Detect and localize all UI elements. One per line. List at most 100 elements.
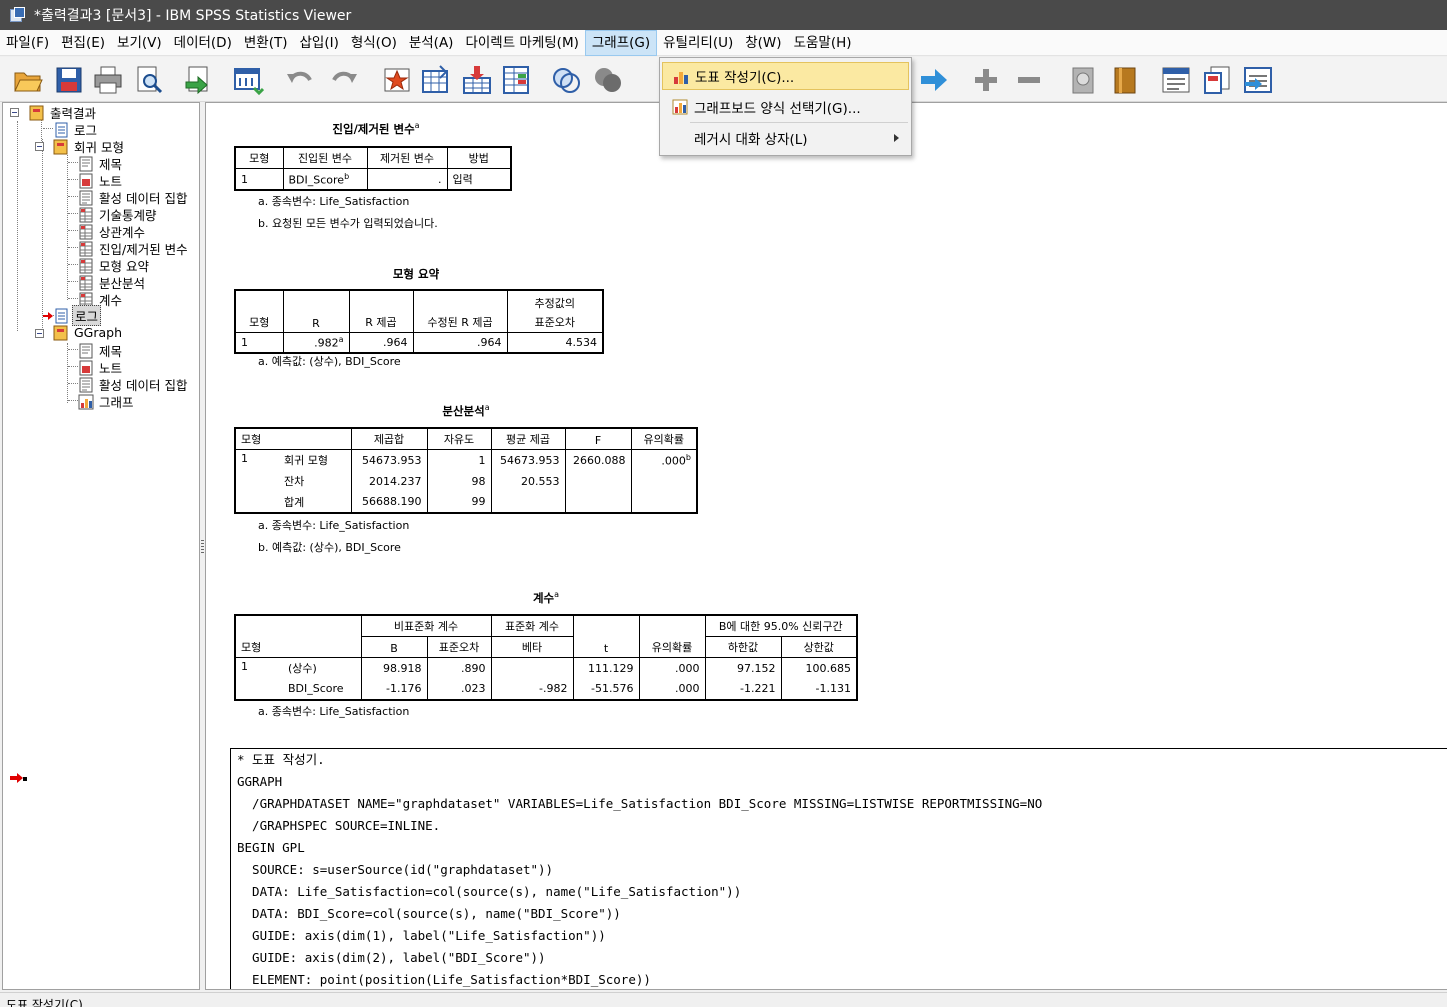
print-icon[interactable] [92, 64, 124, 96]
entered-removed-table[interactable]: 모형 진입된 변수 제거된 변수 방법 1 BDI_Scoreb . 입력 [234, 146, 512, 191]
collapse-icon[interactable] [1013, 64, 1045, 96]
tree-node-log2[interactable]: 로그 [53, 305, 102, 326]
weight-cases-icon[interactable] [550, 64, 582, 96]
content-pane[interactable]: 진입/제거된 변수a 모형 진입된 변수 제거된 변수 방법 1 BDI_Sco… [205, 102, 1447, 990]
model-summary-title: 모형 요약 [392, 267, 440, 281]
insert-title-icon[interactable] [1202, 64, 1234, 96]
outline-pane[interactable]: 출력결과 로그 회귀 모형 제목 노트 활성 데이터 집합 기술통계량 상관계수 진입/제… [2, 102, 200, 990]
syntax-line: SOURCE: s=userSource(id("graphdataset")) [237, 862, 554, 877]
insert-text-icon[interactable] [1242, 64, 1274, 96]
anova-table[interactable]: 모형 제곱합 자유도 평균 제곱 F 유의확률 1 회귀 모형 54673.953 1… [234, 427, 698, 514]
tree-node-item[interactable]: 상관계수 [78, 223, 147, 240]
footnote: b. 예측값: (상수), BDI_Score [258, 541, 401, 554]
menu-item[interactable]: 도움말(H) [788, 30, 858, 56]
tree-node-item[interactable]: 기술통계량 [78, 206, 159, 223]
table-cell: 회귀 모형 [279, 449, 352, 471]
status-text: 도표 작성기(C)... [6, 998, 95, 1007]
table-cell: 2660.088 [564, 449, 632, 471]
tree-node-item[interactable]: 분산분석 [78, 274, 147, 291]
spss-app-icon [10, 7, 26, 23]
table-cell [564, 470, 632, 492]
tree-node-item[interactable]: 그래프 [78, 393, 136, 410]
coefficients-table[interactable]: 모형 비표준화 계수 표준화 계수 t 유의확률 B에 대한 95.0% 신뢰구… [234, 614, 858, 701]
print-preview-icon[interactable] [133, 64, 165, 96]
tree-label: 계수 [99, 293, 123, 308]
tree-node-item[interactable]: 노트 [78, 172, 124, 189]
table-cell: .964 [348, 331, 414, 354]
table-cell: 1 [426, 449, 492, 471]
header-cell: 비표준화 계수 [360, 614, 492, 637]
current-position-arrow-icon [43, 312, 53, 320]
ggraph-expander[interactable] [35, 329, 44, 338]
header-cell: F [564, 427, 632, 450]
show-icon[interactable] [1068, 64, 1100, 96]
chart-builder-menu-item[interactable]: 도표 작성기(C)... [662, 62, 909, 90]
menu-item[interactable]: 보기(V) [111, 30, 168, 56]
menu-item[interactable]: 유틸리티(U) [657, 30, 739, 56]
goto-data-icon[interactable] [232, 64, 264, 96]
tree-node-item[interactable]: 진입/제거된 변수 [78, 240, 190, 257]
syntax-line: GUIDE: axis(dim(2), label("BDI_Score")) [237, 950, 546, 965]
tree-node-log1[interactable]: 로그 [53, 121, 99, 138]
tree-node-item[interactable]: 활성 데이터 집합 [78, 189, 189, 206]
menu-bar: 파일(F) 편집(E) 보기(V) 데이터(D) 변환(T) 삽입(I) 형식(O) 분석(A… [0, 29, 1447, 56]
table-cell: 111.129 [572, 657, 640, 679]
tree-node-item[interactable]: 활성 데이터 집합 [78, 376, 189, 393]
variables-icon[interactable] [420, 64, 452, 96]
notes-icon [78, 173, 94, 189]
save-icon[interactable] [53, 64, 85, 96]
table-cell: 54673.953 [490, 449, 566, 471]
menu-item[interactable]: 삽입(I) [293, 30, 344, 56]
tree-node-item[interactable]: 모형 요약 [78, 257, 151, 274]
show-arrow-icon[interactable] [918, 64, 950, 96]
split-file-icon[interactable] [500, 64, 532, 96]
expand-icon[interactable] [970, 64, 1002, 96]
undo-icon[interactable] [284, 64, 316, 96]
header-cell: 제곱합 [350, 427, 428, 450]
syntax-line: /GRAPHSPEC SOURCE=INLINE. [237, 818, 441, 833]
header-cell: t [572, 614, 640, 658]
model-summary-table[interactable]: 모형 R R 제곱 수정된 R 제곱 추정값의 표준오차 1 .982a .96… [234, 289, 604, 354]
export-icon[interactable] [182, 64, 214, 96]
header-cell: 표준화 계수 [490, 614, 574, 637]
menu-item[interactable]: 데이터(D) [168, 30, 238, 56]
menu-item[interactable]: 다이렉트 마케팅(M) [459, 30, 584, 56]
menu-item[interactable]: 창(W) [739, 30, 787, 56]
menu-item[interactable]: 변환(T) [238, 30, 294, 56]
table-row: 1 회귀 모형 54673.953 1 54673.953 2660.088.000b [234, 449, 698, 513]
root-expander[interactable] [10, 108, 19, 117]
menu-item[interactable]: 분석(A) [403, 30, 460, 56]
tree-node-item[interactable]: 노트 [78, 359, 124, 376]
table-cell: 4.534 [506, 331, 604, 354]
output-book-icon [53, 139, 69, 155]
table-cell: -1.131 [780, 678, 858, 700]
graphboard-chooser-menu-item[interactable]: 그래프보드 양식 선택기(G)... [662, 93, 909, 121]
tree-node-item[interactable]: 제목 [78, 342, 124, 359]
menu-item[interactable]: 형식(O) [345, 30, 403, 56]
graphboard-icon [672, 99, 688, 115]
select-cases-icon[interactable] [592, 64, 624, 96]
log-icon [53, 122, 69, 138]
tree-node-regression[interactable]: 회귀 모형 [53, 138, 126, 155]
open-folder-icon[interactable] [12, 64, 44, 96]
hide-icon[interactable] [1110, 64, 1142, 96]
menu-item[interactable]: 그래프(G) [584, 29, 658, 56]
menu-item[interactable]: 편집(E) [55, 30, 111, 56]
insert-cases-icon[interactable] [461, 64, 493, 96]
syntax-log-box[interactable]: * 도표 작성기. GGRAPH /GRAPHDATASET NAME="grap… [230, 748, 1447, 989]
tree-node-item[interactable]: 제목 [78, 155, 124, 172]
redo-icon[interactable] [328, 64, 360, 96]
tree-node-ggraph[interactable]: GGraph [53, 324, 124, 341]
title-bar[interactable]: *출력결과3 [문서3] - IBM SPSS Statistics Viewe… [0, 0, 1447, 30]
insert-heading-icon[interactable] [1160, 64, 1192, 96]
legacy-dialogs-menu-item[interactable]: 레거시 대화 상자(L) [662, 124, 909, 152]
regression-expander[interactable] [35, 142, 44, 151]
tree-node-root[interactable]: 출력결과 [29, 104, 98, 121]
menu-item[interactable]: 파일(F) [0, 30, 55, 56]
header-cell: 유의확률 [638, 614, 706, 658]
table-cell [490, 491, 566, 513]
header-cell: 유의확률 [630, 427, 698, 450]
table-cell: 56688.190 [350, 491, 428, 513]
table-cell: -51.576 [572, 678, 640, 700]
goto-case-icon[interactable] [381, 64, 413, 96]
